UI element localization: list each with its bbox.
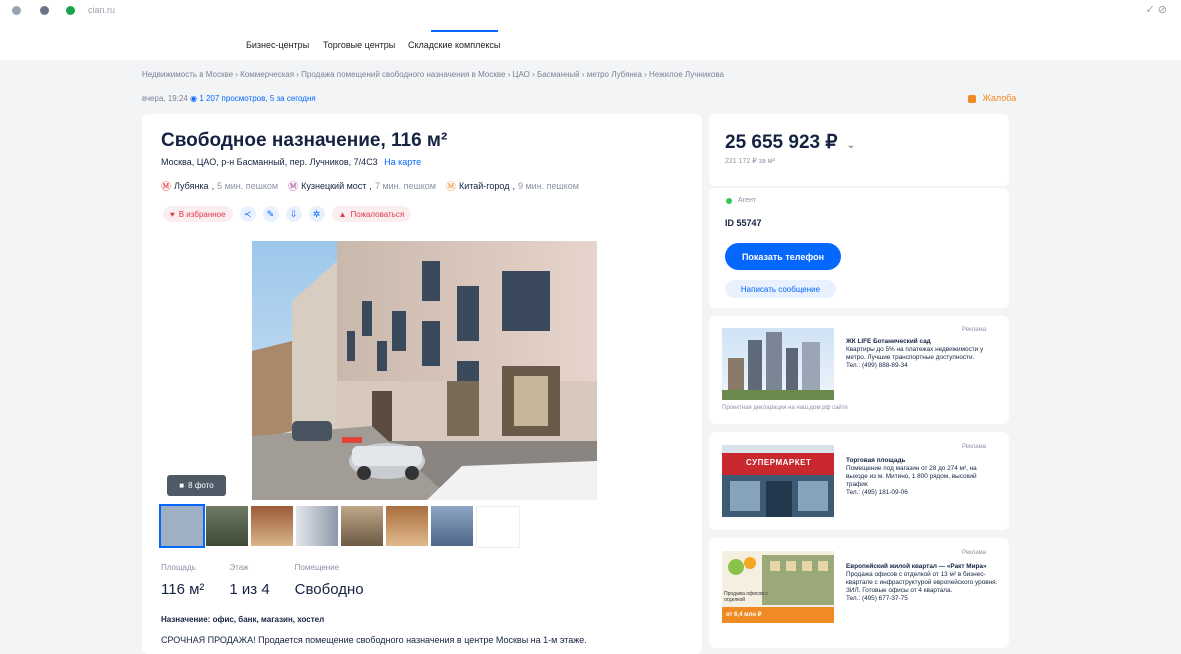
thumbnail[interactable]	[341, 506, 383, 546]
thumbnail[interactable]	[386, 506, 428, 546]
report-link[interactable]: Жалоба	[968, 93, 1016, 103]
tab-icon[interactable]	[40, 6, 49, 15]
breadcrumb[interactable]: Недвижимость в Москве › Коммерческая › П…	[142, 70, 724, 79]
nav-tab-shopping-centers[interactable]: Торговые центры	[323, 40, 395, 50]
ad-image-price: от 6,4 млн ₽	[726, 612, 762, 618]
listing-specs: Площадь 116 м² Этаж 1 из 4 Помещение Сво…	[161, 563, 364, 598]
show-phone-button[interactable]: Показать телефон	[725, 243, 841, 270]
ad-image-text: Продажа офисов с отделкой	[724, 591, 768, 603]
ad-image[interactable]	[722, 328, 834, 400]
address-text[interactable]: Москва, ЦАО, р-н Басманный, пер. Лучнико…	[161, 157, 378, 167]
photo-count-badge[interactable]: ■ 8 фото	[167, 475, 226, 496]
listing-title: Свободное назначение, 116 м²	[161, 130, 448, 151]
metro-icon: Ⓜ	[445, 182, 456, 193]
purpose-text: Назначение: офис, банк, магазин, хостел	[161, 615, 325, 624]
nav-tab-warehouses[interactable]: Складские комплексы	[408, 40, 500, 50]
listing-actions: ♥ В избранное ≺ ✎ ⇩ ✲ ▲ Пожаловаться	[163, 206, 412, 222]
ad-image[interactable]: СУПЕРМАРКЕТ	[722, 445, 834, 517]
back-icon[interactable]	[12, 6, 21, 15]
browser-bar: cian.ru ✓ ⊘	[0, 0, 1181, 23]
active-tab-underline	[431, 30, 498, 32]
thumbnail[interactable]	[159, 504, 205, 548]
metro-station[interactable]: Ⓜ Лубянка, 5 мин. пешком	[161, 178, 278, 194]
eye-icon: ◉	[190, 94, 200, 103]
views-count[interactable]: 1 207 просмотров, 5 за сегодня	[199, 94, 315, 103]
spec-floor: Этаж 1 из 4	[229, 563, 270, 598]
browser-controls[interactable]: ✓ ⊘	[1146, 3, 1168, 16]
spec-premises: Помещение Свободно	[294, 563, 364, 598]
url-bar[interactable]: cian.ru	[88, 5, 115, 15]
listing-address: Москва, ЦАО, р-н Басманный, пер. Лучнико…	[161, 157, 421, 167]
metro-list: Ⓜ Лубянка, 5 мин. пешком Ⓜ Кузнецкий мос…	[161, 178, 579, 194]
thumbnail[interactable]	[206, 506, 248, 546]
description-text: СРОЧНАЯ ПРОДАЖА! Продается помещение сво…	[161, 635, 587, 645]
main-photo[interactable]	[252, 241, 597, 500]
site-nav: Бизнес-центры Торговые центры Складские …	[0, 22, 1181, 60]
report-button[interactable]: ▲ Пожаловаться	[331, 206, 412, 222]
ad-image[interactable]: Продажа офисов с отделкой от 6,4 млн ₽	[722, 551, 834, 623]
street-building-image	[252, 241, 597, 500]
write-message-button[interactable]: Написать сообщение	[725, 280, 836, 298]
thumbnail[interactable]	[251, 506, 293, 546]
ad-footer: Проектная декларация на наш.дом.рф сайте	[722, 405, 848, 411]
heart-icon: ♥	[170, 209, 175, 219]
online-dot-icon	[726, 197, 732, 204]
ad-label: Реклама	[962, 327, 987, 333]
warning-icon	[968, 94, 976, 103]
share-icon: ≺	[243, 208, 252, 219]
listing-meta: вчера, 19:24 ◉ 1 207 просмотров, 5 за се…	[142, 94, 316, 103]
download-icon: ⇩	[289, 208, 298, 219]
price: 25 655 923 ₽ ⌄	[725, 132, 856, 153]
agent-status: Агент	[726, 197, 756, 204]
ad-sign-text: СУПЕРМАРКЕТ	[746, 458, 812, 467]
thumbnail[interactable]	[476, 506, 520, 548]
pencil-icon: ✎	[266, 208, 275, 219]
thumbnail[interactable]	[431, 506, 473, 546]
ad-body: ЖК LIFE Ботанический сад Квартиры до 5% …	[846, 338, 984, 369]
agent-id: ID 55747	[725, 218, 762, 228]
thumbnail[interactable]	[296, 506, 338, 546]
chevron-down-icon[interactable]: ⌄	[847, 140, 855, 151]
nav-tab-business-centers[interactable]: Бизнес-центры	[246, 40, 309, 50]
updated-date: вчера, 19:24	[142, 94, 188, 103]
ad-body: Европейский жилой квартал — «Ракт Мира» …	[846, 563, 998, 602]
gear-icon: ✲	[312, 208, 321, 219]
ad-body: Торговая площадь Помещение под магазин о…	[846, 457, 977, 496]
towers-image	[722, 332, 834, 400]
favorite-button[interactable]: ♥ В избранное	[163, 206, 233, 222]
warning-icon: ▲	[338, 209, 347, 219]
edit-button[interactable]: ✎	[262, 206, 279, 222]
price-per-meter: 221 172 ₽ за м²	[725, 158, 775, 165]
share-button[interactable]: ≺	[239, 206, 256, 222]
secure-icon	[66, 6, 75, 15]
map-link[interactable]: На карте	[384, 157, 421, 167]
thumbnail-strip	[159, 504, 520, 548]
ad-label: Реклама	[962, 550, 987, 556]
settings-button[interactable]: ✲	[308, 206, 325, 222]
metro-icon: Ⓜ	[288, 182, 299, 193]
metro-station[interactable]: Ⓜ Китай-город, 9 мин. пешком	[445, 178, 579, 194]
download-button[interactable]: ⇩	[285, 206, 302, 222]
storefront-image	[722, 445, 834, 517]
camera-icon: ■	[179, 481, 185, 490]
spec-area: Площадь 116 м²	[161, 563, 205, 598]
metro-station[interactable]: Ⓜ Кузнецкий мост, 7 мин. пешком	[288, 178, 436, 194]
metro-icon: Ⓜ	[161, 182, 171, 193]
ad-label: Реклама	[962, 444, 987, 450]
